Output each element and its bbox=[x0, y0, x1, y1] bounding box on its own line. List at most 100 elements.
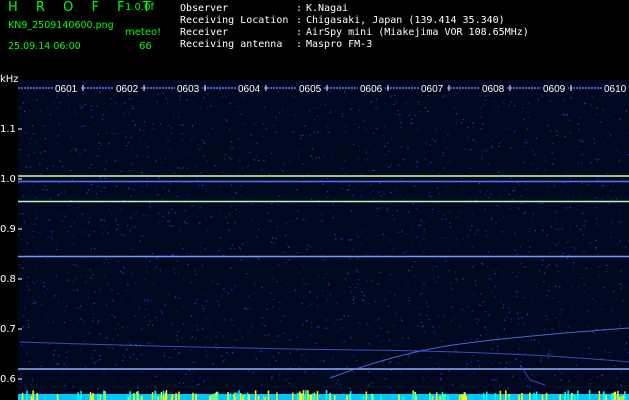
noise-pixel bbox=[190, 349, 192, 351]
noise-pixel bbox=[353, 123, 355, 125]
time-label: 0609 bbox=[543, 84, 566, 95]
noise-pixel bbox=[139, 129, 141, 131]
detection-mark bbox=[505, 390, 507, 400]
noise-pixel bbox=[82, 233, 84, 235]
noise-pixel bbox=[118, 261, 120, 263]
noise-pixel bbox=[378, 191, 380, 193]
noise-pixel bbox=[326, 346, 328, 348]
noise-pixel bbox=[195, 137, 197, 139]
noise-pixel bbox=[560, 191, 562, 193]
noise-pixel bbox=[313, 264, 315, 266]
noise-pixel bbox=[421, 274, 423, 276]
noise-pixel bbox=[67, 204, 69, 207]
noise-pixel bbox=[383, 193, 385, 195]
noise-pixel bbox=[88, 127, 90, 129]
noise-pixel bbox=[581, 277, 583, 279]
noise-pixel bbox=[542, 119, 544, 121]
noise-pixel bbox=[367, 302, 370, 305]
noise-pixel bbox=[428, 172, 430, 174]
noise-pixel bbox=[361, 242, 363, 244]
noise-pixel bbox=[285, 296, 287, 298]
noise-pixel bbox=[132, 273, 134, 275]
noise-pixel bbox=[535, 374, 537, 376]
noise-pixel bbox=[261, 169, 263, 171]
noise-pixel bbox=[445, 260, 447, 262]
noise-pixel bbox=[216, 343, 218, 346]
version-label: 1.0.0f bbox=[125, 2, 154, 13]
noise-pixel bbox=[546, 185, 548, 187]
noise-pixel bbox=[523, 161, 526, 164]
noise-pixel bbox=[143, 228, 146, 230]
noise-pixel bbox=[339, 383, 341, 385]
noise-pixel bbox=[383, 125, 386, 127]
noise-pixel bbox=[302, 324, 304, 326]
noise-pixel bbox=[521, 202, 523, 204]
detection-mark bbox=[365, 391, 368, 400]
noise-pixel bbox=[47, 133, 49, 135]
noise-pixel bbox=[350, 108, 352, 110]
noise-pixel bbox=[19, 149, 21, 151]
detection-mark bbox=[564, 391, 566, 400]
noise-pixel bbox=[334, 324, 336, 326]
noise-pixel bbox=[506, 362, 508, 364]
noise-pixel bbox=[572, 264, 574, 266]
noise-pixel bbox=[40, 303, 43, 306]
noise-pixel bbox=[583, 234, 585, 236]
noise-pixel bbox=[537, 97, 539, 99]
noise-pixel bbox=[524, 378, 526, 380]
noise-pixel bbox=[68, 105, 70, 107]
noise-pixel bbox=[394, 189, 396, 191]
noise-pixel bbox=[28, 109, 31, 111]
noise-pixel bbox=[19, 213, 21, 215]
noise-pixel bbox=[111, 288, 113, 290]
noise-pixel bbox=[231, 158, 233, 160]
noise-pixel bbox=[222, 171, 224, 174]
noise-pixel bbox=[410, 229, 413, 231]
noise-pixel bbox=[421, 325, 423, 328]
noise-pixel bbox=[358, 145, 360, 147]
noise-pixel bbox=[259, 103, 261, 105]
noise-pixel bbox=[203, 310, 205, 313]
noise-pixel bbox=[412, 202, 414, 205]
noise-pixel bbox=[623, 348, 625, 350]
noise-pixel bbox=[560, 379, 562, 381]
noise-pixel bbox=[305, 283, 307, 285]
noise-pixel bbox=[609, 114, 611, 117]
noise-pixel bbox=[340, 182, 342, 184]
noise-pixel bbox=[577, 146, 579, 148]
noise-pixel bbox=[356, 128, 358, 131]
noise-pixel bbox=[35, 249, 37, 251]
noise-pixel bbox=[363, 230, 366, 232]
noise-pixel bbox=[626, 320, 628, 322]
noise-pixel bbox=[149, 260, 151, 262]
noise-pixel bbox=[89, 269, 91, 271]
noise-pixel bbox=[459, 340, 461, 342]
noise-pixel bbox=[35, 197, 38, 199]
noise-pixel bbox=[601, 185, 603, 187]
noise-pixel bbox=[155, 266, 158, 268]
noise-pixel bbox=[341, 116, 343, 118]
noise-pixel bbox=[323, 361, 325, 363]
noise-pixel bbox=[538, 161, 540, 163]
noise-pixel bbox=[541, 264, 543, 266]
noise-pixel bbox=[293, 96, 295, 98]
noise-pixel bbox=[525, 341, 527, 343]
noise-pixel bbox=[76, 266, 78, 268]
noise-pixel bbox=[81, 92, 83, 94]
noise-pixel bbox=[225, 96, 227, 98]
noise-pixel bbox=[217, 300, 219, 302]
noise-pixel bbox=[123, 273, 125, 275]
noise-pixel bbox=[422, 376, 424, 378]
noise-pixel bbox=[240, 136, 242, 138]
noise-pixel bbox=[120, 170, 122, 172]
noise-pixel bbox=[573, 164, 575, 166]
noise-pixel bbox=[252, 141, 254, 143]
noise-pixel bbox=[220, 96, 222, 98]
noise-pixel bbox=[400, 317, 402, 319]
noise-pixel bbox=[115, 217, 117, 219]
noise-pixel bbox=[96, 297, 98, 299]
noise-pixel bbox=[332, 217, 334, 219]
noise-pixel bbox=[105, 186, 107, 188]
noise-pixel bbox=[168, 357, 170, 359]
noise-pixel bbox=[29, 167, 32, 169]
